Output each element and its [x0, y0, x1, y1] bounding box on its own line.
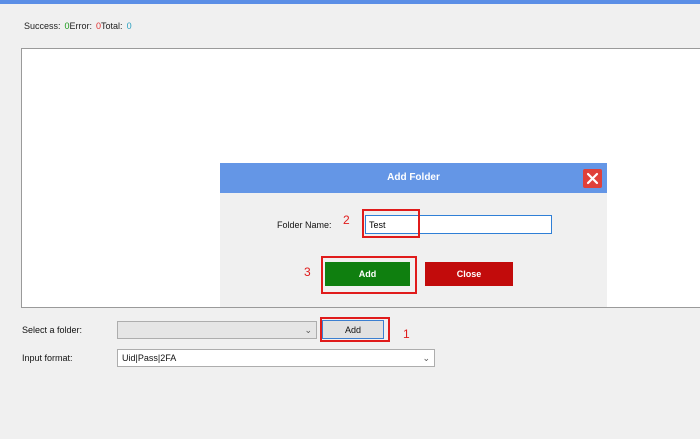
- error-label: Error:: [69, 21, 93, 31]
- folder-name-label: Folder Name:: [277, 220, 332, 230]
- total-count: 0: [126, 21, 132, 31]
- add-folder-button[interactable]: Add: [322, 320, 384, 339]
- chevron-down-icon: ⌄: [422, 353, 430, 363]
- stats-bar: Success: 0Error: 0Total: 0: [24, 21, 132, 31]
- annotation-number-1: 1: [403, 327, 410, 341]
- input-format-label: Input format:: [22, 353, 73, 363]
- annotation-number-3: 3: [304, 265, 311, 279]
- dialog-title: Add Folder: [220, 163, 607, 193]
- annotation-box-folder-name: [362, 209, 420, 238]
- chevron-down-icon: ⌄: [304, 325, 312, 335]
- dialog-close-button[interactable]: Close: [425, 262, 513, 286]
- select-folder-label: Select a folder:: [22, 325, 83, 335]
- window-top-bar: [0, 0, 700, 4]
- annotation-box-dialog-add: [321, 256, 417, 294]
- success-label: Success:: [24, 21, 61, 31]
- select-folder-dropdown[interactable]: ⌄: [117, 321, 317, 339]
- annotation-number-2: 2: [343, 213, 350, 227]
- dialog-close-icon[interactable]: [583, 169, 602, 188]
- input-format-dropdown[interactable]: Uid|Pass|2FA ⌄: [117, 349, 435, 367]
- input-format-value: Uid|Pass|2FA: [122, 353, 177, 363]
- total-label: Total:: [101, 21, 123, 31]
